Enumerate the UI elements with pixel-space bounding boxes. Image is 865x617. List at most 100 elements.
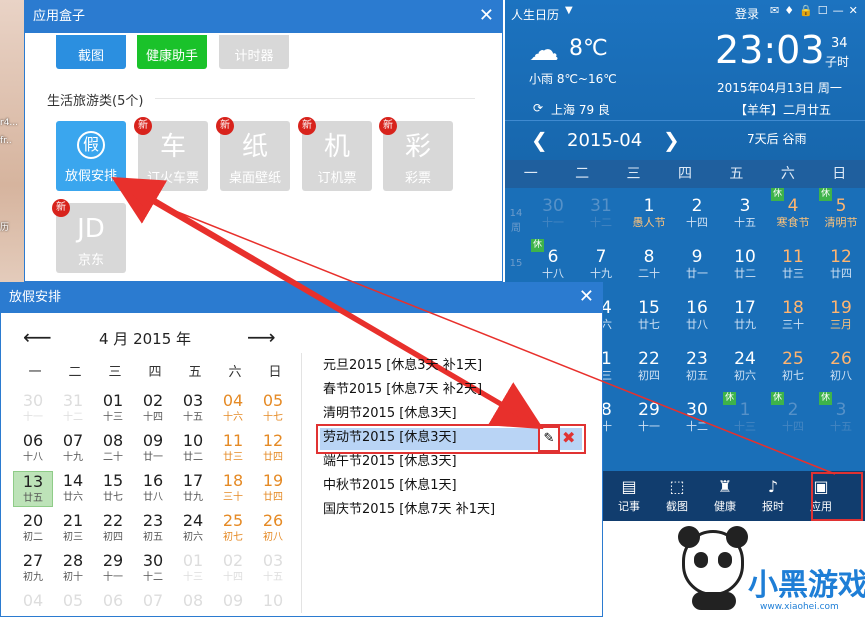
- holiday-calendar-day[interactable]: 10: [253, 591, 293, 611]
- edit-icon[interactable]: ✎: [538, 426, 560, 452]
- holiday-calendar-day[interactable]: 26 初八: [253, 511, 293, 544]
- next-month-icon[interactable]: ❯: [663, 128, 680, 152]
- close-icon[interactable]: ✕: [579, 286, 594, 307]
- holiday-calendar-day[interactable]: 07: [133, 591, 173, 611]
- calendar-day[interactable]: 9 廿一: [673, 239, 721, 289]
- calendar-day[interactable]: 24 初六: [721, 341, 769, 391]
- calendar-day[interactable]: 25 初七: [769, 341, 817, 391]
- desktop-icon-label[interactable]: 历: [0, 220, 9, 233]
- calendar-day[interactable]: 22 初四: [625, 341, 673, 391]
- holiday-calendar-day[interactable]: 15 廿七: [93, 471, 133, 504]
- calendar-day[interactable]: 休 2 十四: [769, 392, 817, 442]
- holiday-calendar-day[interactable]: 21 初三: [53, 511, 93, 544]
- holiday-calendar-day[interactable]: 03 十五: [173, 391, 213, 424]
- holiday-list-item[interactable]: 国庆节2015 [休息7天 补1天]: [323, 498, 495, 522]
- toolbar-icons[interactable]: ✉♦🔒☐—✕: [770, 4, 863, 17]
- calendar-day[interactable]: 11 廿三: [769, 239, 817, 289]
- calendar-day[interactable]: 休 1 十三: [721, 392, 769, 442]
- prev-month-icon[interactable]: ⟵: [23, 325, 52, 349]
- app-tile[interactable]: 新纸桌面壁纸: [216, 117, 290, 191]
- calendar-day[interactable]: 19 三月: [817, 290, 865, 340]
- toolbar-screenshot-button[interactable]: ⬚ 截图: [653, 471, 701, 521]
- calendar-day[interactable]: 休 4 寒食节: [769, 188, 817, 238]
- holiday-list-item[interactable]: 清明节2015 [休息3天]: [323, 402, 457, 426]
- calendar-app-title[interactable]: 人生日历: [511, 6, 559, 23]
- holiday-calendar-day[interactable]: 01 十三: [93, 391, 133, 424]
- holiday-list-item[interactable]: 中秋节2015 [休息1天]: [323, 474, 457, 498]
- holiday-calendar-day[interactable]: 02 十四: [133, 391, 173, 424]
- app-tile[interactable]: 新车订火车票: [134, 117, 208, 191]
- holiday-calendar-day[interactable]: 01 十三: [173, 551, 213, 584]
- holiday-calendar-day[interactable]: 30 十二: [133, 551, 173, 584]
- holiday-calendar-day[interactable]: 24 初六: [173, 511, 213, 544]
- holiday-calendar-day[interactable]: 03 十五: [253, 551, 293, 584]
- calendar-day[interactable]: 休 3 十五: [817, 392, 865, 442]
- holiday-calendar-day[interactable]: 12 廿四: [253, 431, 293, 464]
- tile-health[interactable]: 健康助手: [137, 35, 207, 69]
- calendar-day[interactable]: 8 二十: [625, 239, 673, 289]
- holiday-calendar-day[interactable]: 31 十二: [53, 391, 93, 424]
- holiday-calendar-day[interactable]: 16 廿八: [133, 471, 173, 504]
- holiday-list-item[interactable]: 元旦2015 [休息3天 补1天]: [323, 354, 482, 378]
- holiday-calendar-day[interactable]: 19 廿四: [253, 471, 293, 504]
- app-tile[interactable]: 新彩彩票: [379, 117, 453, 191]
- holiday-calendar-day[interactable]: 17 廿九: [173, 471, 213, 504]
- calendar-day[interactable]: 30 十二: [673, 392, 721, 442]
- holiday-calendar-day[interactable]: 28 初十: [53, 551, 93, 584]
- calendar-day[interactable]: 15 廿七: [625, 290, 673, 340]
- calendar-day[interactable]: 3 十五: [721, 188, 769, 238]
- toolbar-health-button[interactable]: ♜ 健康: [701, 471, 749, 521]
- holiday-calendar-day[interactable]: 20 初二: [13, 511, 53, 544]
- calendar-day[interactable]: 16 廿八: [673, 290, 721, 340]
- holiday-calendar-day[interactable]: 02 十四: [213, 551, 253, 584]
- holiday-calendar-day[interactable]: 10 廿二: [173, 431, 213, 464]
- refresh-icon[interactable]: ⟳: [533, 101, 543, 115]
- holiday-calendar-day[interactable]: 07 十九: [53, 431, 93, 464]
- calendar-day[interactable]: 休 5 清明节: [817, 188, 865, 238]
- holiday-calendar-day[interactable]: 08 二十: [93, 431, 133, 464]
- holiday-list-item[interactable]: 劳动节2015 [休息3天]: [323, 426, 457, 450]
- holiday-calendar-day[interactable]: 14 廿六: [53, 471, 93, 504]
- prev-month-icon[interactable]: ❮: [531, 128, 548, 152]
- holiday-calendar-day[interactable]: 11 廿三: [213, 431, 253, 464]
- tile-timer[interactable]: 计时器: [219, 35, 289, 69]
- weather-desc[interactable]: 小雨 8℃~16℃: [529, 70, 617, 87]
- calendar-day[interactable]: 2 十四: [673, 188, 721, 238]
- desktop-icon-label[interactable]: r4...: [0, 118, 18, 128]
- calendar-day[interactable]: 1 愚人节: [625, 188, 673, 238]
- holiday-calendar-day[interactable]: 06 十八: [13, 431, 53, 464]
- app-tile[interactable]: 假放假安排: [56, 121, 126, 191]
- holiday-calendar-day[interactable]: 29 十一: [93, 551, 133, 584]
- holiday-calendar-day[interactable]: 27 初九: [13, 551, 53, 584]
- holiday-calendar-day[interactable]: 13 廿五: [13, 471, 53, 507]
- holiday-list-item[interactable]: 端午节2015 [休息3天]: [323, 450, 457, 474]
- toolbar-notes-button[interactable]: ▤ 记事: [605, 471, 653, 521]
- desktop-icon-label[interactable]: fr..: [0, 136, 12, 146]
- holiday-calendar-day[interactable]: 25 初七: [213, 511, 253, 544]
- delete-icon[interactable]: ✖: [562, 428, 575, 447]
- calendar-day[interactable]: 26 初八: [817, 341, 865, 391]
- tile-screenshot[interactable]: 截图: [56, 35, 126, 69]
- calendar-day[interactable]: 10 廿二: [721, 239, 769, 289]
- holiday-calendar-day[interactable]: 09 廿一: [133, 431, 173, 464]
- holiday-calendar-day[interactable]: 09: [213, 591, 253, 611]
- calendar-day[interactable]: 18 三十: [769, 290, 817, 340]
- holiday-calendar-day[interactable]: 30 十一: [13, 391, 53, 424]
- calendar-day[interactable]: 29 十一: [625, 392, 673, 442]
- holiday-calendar-day[interactable]: 05: [53, 591, 93, 611]
- calendar-day[interactable]: 17 廿九: [721, 290, 769, 340]
- login-link[interactable]: 登录: [735, 5, 759, 22]
- close-icon[interactable]: ✕: [479, 5, 494, 26]
- calendar-day[interactable]: 12 廿四: [817, 239, 865, 289]
- holiday-calendar-day[interactable]: 18 三十: [213, 471, 253, 504]
- holiday-calendar-day[interactable]: 23 初五: [133, 511, 173, 544]
- holiday-list-item[interactable]: 春节2015 [休息7天 补2天]: [323, 378, 482, 402]
- holiday-calendar-day[interactable]: 22 初四: [93, 511, 133, 544]
- month-label[interactable]: 2015-04: [567, 130, 642, 151]
- holiday-calendar-day[interactable]: 04 十六: [213, 391, 253, 424]
- holiday-calendar-day[interactable]: 08: [173, 591, 213, 611]
- holiday-calendar-day[interactable]: 05 十七: [253, 391, 293, 424]
- next-month-icon[interactable]: ⟶: [247, 325, 276, 349]
- calendar-day[interactable]: 31 十二: [577, 188, 625, 238]
- holiday-calendar-day[interactable]: 06: [93, 591, 133, 611]
